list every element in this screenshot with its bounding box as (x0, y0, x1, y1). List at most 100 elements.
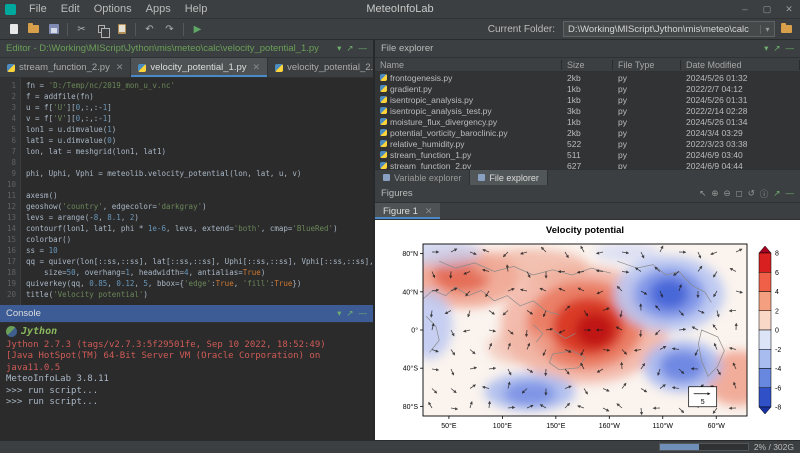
menu-bar: FileEditOptionsAppsHelp (22, 3, 214, 15)
window-title: MeteoInfoLab (366, 3, 433, 15)
paste-button[interactable] (113, 21, 130, 38)
minimize-button[interactable]: – (734, 2, 756, 17)
line-number: 14 (0, 223, 16, 234)
run-icon: ▶ (194, 24, 202, 35)
panel-float-icon[interactable]: ↗ (346, 308, 353, 319)
new-file-button[interactable] (5, 21, 22, 38)
file-explorer-panel: File explorer ▾ ↗ — NameSizeFile TypeDat… (375, 40, 800, 185)
panel-minimize-icon[interactable]: — (359, 308, 368, 319)
menu-file[interactable]: File (22, 3, 54, 15)
column-header-name[interactable]: Name (375, 60, 562, 70)
line-number: 12 (0, 201, 16, 212)
colorbar-tick-label: 2 (775, 308, 779, 315)
figure-canvas[interactable]: Velocity potential550°E100°E150°E160°W11… (375, 220, 800, 440)
y-tick-label: 0° (411, 327, 418, 335)
tab-variable-explorer[interactable]: Variable explorer (375, 170, 470, 185)
maximize-button[interactable]: ▢ (756, 2, 778, 17)
copy-icon (98, 25, 105, 33)
table-row[interactable]: gradient.py1kbpy2022/2/7 04:12 (375, 83, 800, 94)
date-modified-cell: 2024/5/26 01:32 (681, 73, 800, 83)
file-size-cell: 1kb (562, 117, 613, 127)
full-extent-icon[interactable]: ◻ (736, 188, 743, 200)
code-line: lon, lat = meshgrid(lon1, lat1) (26, 146, 373, 157)
file-name-cell: isentropic_analysis.py (375, 95, 562, 105)
console-output[interactable]: Jython Jython 2.7.3 (tags/v2.7.3:5f29501… (0, 323, 373, 440)
current-folder-combobox[interactable]: D:\Working\MIScript\Jython\mis\meteo\cal… (563, 21, 775, 37)
copy-button[interactable] (93, 21, 110, 38)
identify-icon[interactable]: ⓘ (760, 188, 769, 200)
redo-icon: ↷ (165, 24, 173, 35)
close-icon[interactable]: ✕ (423, 206, 433, 217)
chevron-down-icon[interactable]: ▾ (760, 25, 774, 34)
tab-file-explorer[interactable]: File explorer (470, 170, 548, 185)
panel-minimize-icon[interactable]: — (786, 43, 795, 54)
colorbar-tick-label: -6 (775, 385, 781, 392)
velocity-potential-map: Velocity potential550°E100°E150°E160°W11… (375, 220, 800, 440)
menu-edit[interactable]: Edit (54, 3, 87, 15)
menu-apps[interactable]: Apps (139, 3, 178, 15)
editor-tab[interactable]: velocity_potential_1.py✕ (131, 58, 268, 77)
panel-float-icon[interactable]: ↗ (773, 188, 780, 200)
cut-icon: ✂ (77, 24, 85, 35)
left-column: Editor - D:\Working\MIScript\Jython\mis\… (0, 40, 373, 440)
panel-menu-icon[interactable]: ▾ (337, 308, 341, 319)
redo-button[interactable]: ↷ (161, 21, 178, 38)
close-button[interactable]: ✕ (778, 2, 800, 17)
editor-panel: Editor - D:\Working\MIScript\Jython\mis\… (0, 40, 373, 305)
table-row[interactable]: stream_function_1.py511py2024/6/9 03:40 (375, 149, 800, 160)
panel-minimize-icon[interactable]: — (786, 188, 795, 200)
cut-button[interactable]: ✂ (73, 21, 90, 38)
table-row[interactable]: isentropic_analysis.py1kbpy2024/5/26 01:… (375, 94, 800, 105)
file-explorer-title: File explorer (381, 43, 433, 54)
line-number: 20 (0, 289, 16, 300)
code-editor[interactable]: 1234567891011121314151617181920 fn = 'D:… (0, 78, 373, 305)
menu-help[interactable]: Help (178, 3, 215, 15)
file-explorer-header-icons: ▾ ↗ — (764, 43, 794, 54)
figure-tab[interactable]: Figure 1 ✕ (375, 203, 440, 219)
undo-button[interactable]: ↶ (141, 21, 158, 38)
save-button[interactable] (45, 21, 62, 38)
chart-title: Velocity potential (546, 225, 624, 236)
y-tick-label: 40°S (403, 365, 419, 373)
toolbar-separator (183, 23, 184, 36)
open-file-button[interactable] (25, 21, 42, 38)
table-row[interactable]: relative_humidity.py522py2022/3/23 03:38 (375, 138, 800, 149)
column-header-date-modified[interactable]: Date Modified (681, 60, 800, 70)
run-script-button[interactable]: ▶ (189, 21, 206, 38)
y-tick-label: 80°N (402, 250, 418, 258)
app-window: FileEditOptionsAppsHelp MeteoInfoLab –▢✕… (0, 0, 800, 453)
table-row[interactable]: isentropic_analysis_test.py3kbpy2022/2/1… (375, 105, 800, 116)
table-row[interactable]: frontogenesis.py2kbpy2024/5/26 01:32 (375, 72, 800, 83)
close-icon[interactable]: ✕ (114, 62, 124, 73)
zoom-out-icon[interactable]: ⊖ (724, 188, 731, 200)
column-header-file-type[interactable]: File Type (613, 60, 681, 70)
table-row[interactable]: moisture_flux_divergency.py1kbpy2024/5/2… (375, 116, 800, 127)
editor-tab-bar: stream_function_2.py✕velocity_potential_… (0, 58, 373, 78)
zoom-in-icon[interactable]: ⊕ (711, 188, 718, 200)
editor-tab[interactable]: stream_function_2.py✕ (0, 58, 131, 77)
refresh-icon[interactable]: ↺ (748, 188, 755, 200)
file-size-cell: 2kb (562, 73, 613, 83)
code-line: lat1 = u.dimvalue(0) (26, 135, 373, 146)
code-line (26, 157, 373, 168)
table-row[interactable]: potential_vorticity_baroclinic.py2kbpy20… (375, 127, 800, 138)
panel-menu-icon[interactable]: ▾ (764, 43, 768, 54)
file-size-cell: 627 (562, 161, 613, 170)
panel-menu-icon[interactable]: ▾ (337, 43, 341, 54)
panel-float-icon[interactable]: ↗ (346, 43, 353, 54)
open-folder-icon (28, 25, 39, 33)
figures-panel: Figures ↖ ⊕ ⊖ ◻ ↺ ⓘ ↗ — Figure 1 (375, 185, 800, 440)
python-file-icon (380, 96, 387, 103)
panel-float-icon[interactable]: ↗ (773, 43, 780, 54)
panel-minimize-icon[interactable]: — (359, 43, 368, 54)
column-header-size[interactable]: Size (562, 60, 613, 70)
paste-icon (118, 24, 126, 34)
browse-folder-button[interactable] (778, 21, 795, 38)
close-icon[interactable]: ✕ (251, 62, 261, 73)
table-row[interactable]: stream_function_2.py627py2024/6/9 04:44 (375, 160, 800, 169)
pointer-icon[interactable]: ↖ (699, 188, 706, 200)
menu-options[interactable]: Options (87, 3, 139, 15)
explorer-tab-icon (383, 174, 390, 181)
date-modified-cell: 2024/5/26 01:34 (681, 117, 800, 127)
code-line: quiverkey(qq, 0.85, 0.12, 5, bbox={'edge… (26, 278, 373, 289)
